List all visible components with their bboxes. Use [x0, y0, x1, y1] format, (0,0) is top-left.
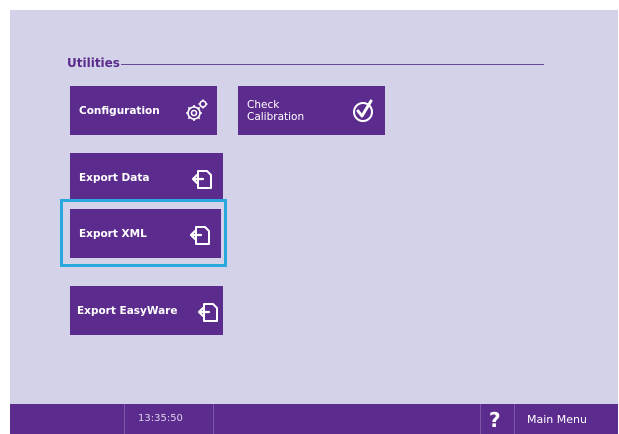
configuration-label: Configuration: [79, 104, 160, 117]
status-separator: [514, 404, 515, 434]
main-menu-button[interactable]: Main Menu: [527, 413, 587, 426]
export-easyware-label: Export EasyWare: [77, 304, 178, 317]
export-icon: [191, 169, 212, 189]
checkmark-circle-icon: [353, 99, 373, 122]
section-title: Utilities: [67, 56, 120, 70]
status-separator: [213, 404, 214, 434]
check-calibration-label: Check Calibration: [247, 98, 305, 123]
check-calibration-button[interactable]: Check Calibration: [238, 86, 385, 135]
help-button[interactable]: ?: [489, 408, 501, 432]
clock-time: 13:35:50: [138, 413, 183, 424]
export-data-label: Export Data: [79, 171, 150, 184]
gear-icon: [186, 99, 208, 121]
status-separator: [480, 404, 481, 434]
section-divider: [121, 64, 544, 65]
configuration-button[interactable]: Configuration: [70, 86, 217, 135]
export-easyware-button[interactable]: Export EasyWare: [70, 286, 223, 335]
export-data-button[interactable]: Export Data: [70, 153, 223, 202]
status-bar: 13:35:50 ? Main Menu: [10, 404, 618, 434]
status-separator: [124, 404, 125, 434]
selection-highlight: [60, 199, 227, 267]
export-icon: [197, 302, 218, 322]
